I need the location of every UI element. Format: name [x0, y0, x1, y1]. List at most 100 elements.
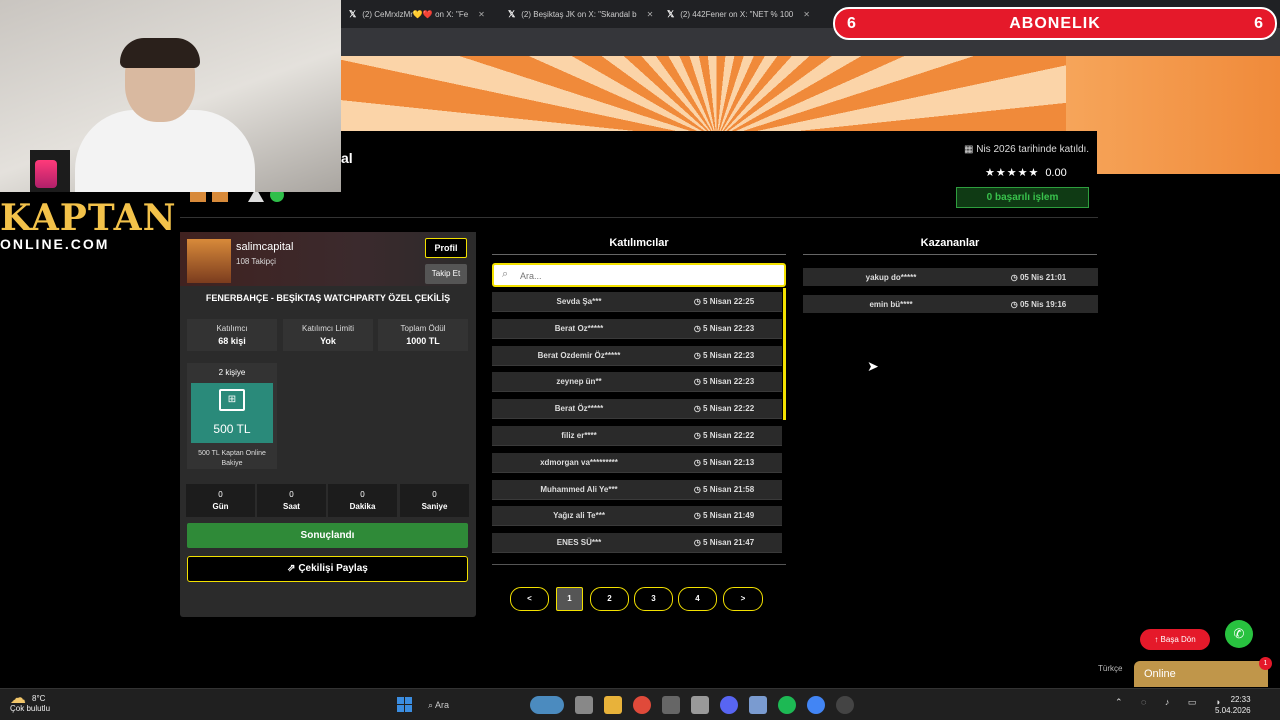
timer-seconds: 0 Saniye	[400, 484, 469, 517]
giveaway-card: salimcapital 108 Takipçi Profil Takip Et…	[180, 232, 476, 617]
spotify-icon[interactable]	[778, 696, 796, 714]
winners-title: Kazananlar	[920, 237, 980, 249]
card-header: salimcapital 108 Takipçi Profil Takip Et	[180, 232, 476, 286]
participants-title: Katılımcılar	[609, 237, 669, 249]
clock-icon: ◷	[1010, 272, 1020, 282]
list-item: ENES SÜ*** ◷ 5 Nisan 21:47	[492, 533, 782, 554]
browser-tab[interactable]: 𝕏 (2) CeMrxlzMr💛❤️ on X: "Fe ✕	[349, 4, 485, 24]
avatar[interactable]	[187, 239, 231, 283]
chrome-icon[interactable]	[633, 696, 651, 714]
app-icon[interactable]	[749, 696, 767, 714]
task-view-icon[interactable]	[575, 696, 593, 714]
clock-icon: ◷	[693, 323, 704, 333]
list-item: Sevda Şa*** ◷ 5 Nisan 22:25	[492, 292, 782, 312]
rating: ★★★★★ 0.00	[985, 167, 1067, 179]
profile-button[interactable]: Profil	[425, 238, 467, 258]
success-badge: 0 başarılı işlem	[956, 187, 1089, 208]
joined-date: ▦ Nis 2026 tarihinde katıldı.	[964, 144, 1090, 155]
online-chat-button[interactable]: Online 1	[1134, 657, 1272, 687]
calendar-icon: ▦	[964, 144, 977, 155]
list-scrollbar[interactable]	[783, 288, 786, 420]
webcam-overlay	[0, 0, 341, 192]
cloud-sun-icon: ☁	[10, 690, 26, 707]
username[interactable]: salimcapital	[236, 241, 293, 253]
result-button[interactable]: Sonuçlandı	[187, 523, 468, 548]
list-item: Yağız ali Te*** ◷ 5 Nisan 21:49	[492, 506, 782, 527]
share-button[interactable]: ⇗ Çekilişi Paylaş	[187, 556, 468, 582]
follow-button[interactable]: Takip Et	[425, 264, 467, 284]
obs-icon[interactable]	[836, 696, 854, 714]
list-item: zeynep ün** ◷ 5 Nisan 22:23	[492, 372, 782, 393]
search-input[interactable]	[520, 268, 770, 283]
close-icon[interactable]: ✕	[478, 10, 485, 19]
winner-list: yakup do***** ◷ 05 Nis 21:01 emin bü**** ◷…	[803, 268, 1098, 322]
page-2-button[interactable]: 2	[590, 587, 629, 611]
taskbar: ☁ 8°C Çok bulutlu ⌕ Ara ⌃ ◌ ♪ ▭ ◑ 22:33 …	[0, 688, 1280, 720]
kaptan-logo: KAPTAN ONLINE.COM	[0, 197, 177, 252]
page-1-button[interactable]: 1	[556, 587, 583, 611]
taskbar-search[interactable]: ⌕ Ara	[420, 695, 520, 715]
clock-icon: ◷	[693, 457, 704, 467]
stat-participants: Katılımcı 68 kişi	[187, 319, 277, 351]
subscription-bar: 6 ABONELIK 6	[833, 7, 1277, 40]
x-logo-icon: 𝕏	[667, 8, 675, 19]
app-icon[interactable]	[691, 696, 709, 714]
list-item: filiz er**** ◷ 5 Nisan 22:22	[492, 425, 782, 446]
language-selector[interactable]: Türkçe	[1098, 664, 1122, 673]
search-icon: ⌕	[502, 268, 509, 280]
back-to-top-button[interactable]: ↑ Başa Dön	[1140, 629, 1210, 650]
mouse-cursor-icon: ➤	[867, 358, 879, 374]
search-icon: ⌕	[428, 700, 436, 710]
list-item: xdmorgan va********* ◷ 5 Nisan 22:13	[492, 452, 782, 473]
divider	[803, 254, 1097, 255]
stars-icon: ★★★★★	[985, 167, 1040, 179]
list-item: Berat Oz***** ◷ 5 Nisan 22:23	[492, 318, 782, 339]
prize-description: 500 TL Kaptan Online Bakiye	[198, 450, 266, 467]
timer-hours: 0 Saat	[257, 484, 326, 517]
list-item: Berat Ozdemir Öz***** ◷ 5 Nisan 22:23	[492, 345, 782, 366]
clock-icon: ◷	[693, 350, 704, 360]
system-tray[interactable]: ⌃ ◌ ♪ ▭ ◑	[1115, 697, 1228, 708]
list-item: Muhammed Ali Ye*** ◷ 5 Nisan 21:58	[492, 479, 782, 500]
close-icon[interactable]: ✕	[803, 10, 810, 19]
prize-count: 2 kişiye	[218, 368, 246, 377]
divider	[180, 217, 1098, 218]
stat-limit: Katılımcı Limiti Yok	[283, 319, 373, 351]
profile-title: al	[341, 150, 353, 166]
sub-count-right: 6	[1254, 14, 1263, 32]
share-icon: ⇗	[287, 563, 299, 574]
browser-tab[interactable]: 𝕏 (2) 442Fener on X: "NET % 100 ✕	[667, 4, 810, 24]
clock-icon: ◷	[1010, 299, 1020, 309]
weather-widget[interactable]: ☁ 8°C Çok bulutlu	[10, 690, 50, 714]
stat-total-prize: Toplam Ödül 1000 TL	[378, 319, 468, 351]
follower-count: 108 Takipçi	[236, 257, 276, 266]
widgets-icon[interactable]	[530, 696, 564, 714]
gift-icon: ⊞	[219, 389, 245, 411]
sub-title: ABONELIK	[1009, 14, 1101, 32]
prize-box: 2 kişiye ⊞ 500 TL 500 TL Kaptan Online B…	[187, 363, 277, 469]
participant-search[interactable]: ⌕	[492, 263, 786, 287]
list-item: yakup do***** ◷ 05 Nis 21:01	[803, 268, 1098, 286]
close-icon[interactable]: ✕	[647, 10, 654, 19]
clock[interactable]: 22:33 5.04.2026	[1215, 694, 1251, 716]
page-4-button[interactable]: 4	[678, 587, 717, 611]
browser-tab[interactable]: 𝕏 (2) Beşiktaş JK on X: "Skandal b ✕	[508, 4, 653, 24]
page-3-button[interactable]: 3	[634, 587, 673, 611]
clock-icon: ◷	[693, 430, 704, 440]
clock-icon: ◷	[693, 511, 704, 521]
whatsapp-icon[interactable]: ✆	[1225, 620, 1253, 648]
page-next-button[interactable]: >	[723, 587, 763, 611]
divider	[492, 564, 786, 565]
page-prev-button[interactable]: <	[510, 587, 549, 611]
tab-label: (2) Beşiktaş JK on X: "Skandal b	[521, 9, 637, 19]
discord-icon[interactable]	[720, 696, 738, 714]
list-item: Berat Öz***** ◷ 5 Nisan 22:22	[492, 399, 782, 420]
file-explorer-icon[interactable]	[604, 696, 622, 714]
banner-right	[1066, 56, 1280, 174]
start-icon[interactable]	[397, 697, 412, 712]
timer-days: 0 Gün	[186, 484, 255, 517]
divider	[492, 254, 786, 255]
chrome-icon[interactable]	[807, 696, 825, 714]
app-icon[interactable]	[662, 696, 680, 714]
prize-amount: 500 TL	[213, 422, 251, 436]
